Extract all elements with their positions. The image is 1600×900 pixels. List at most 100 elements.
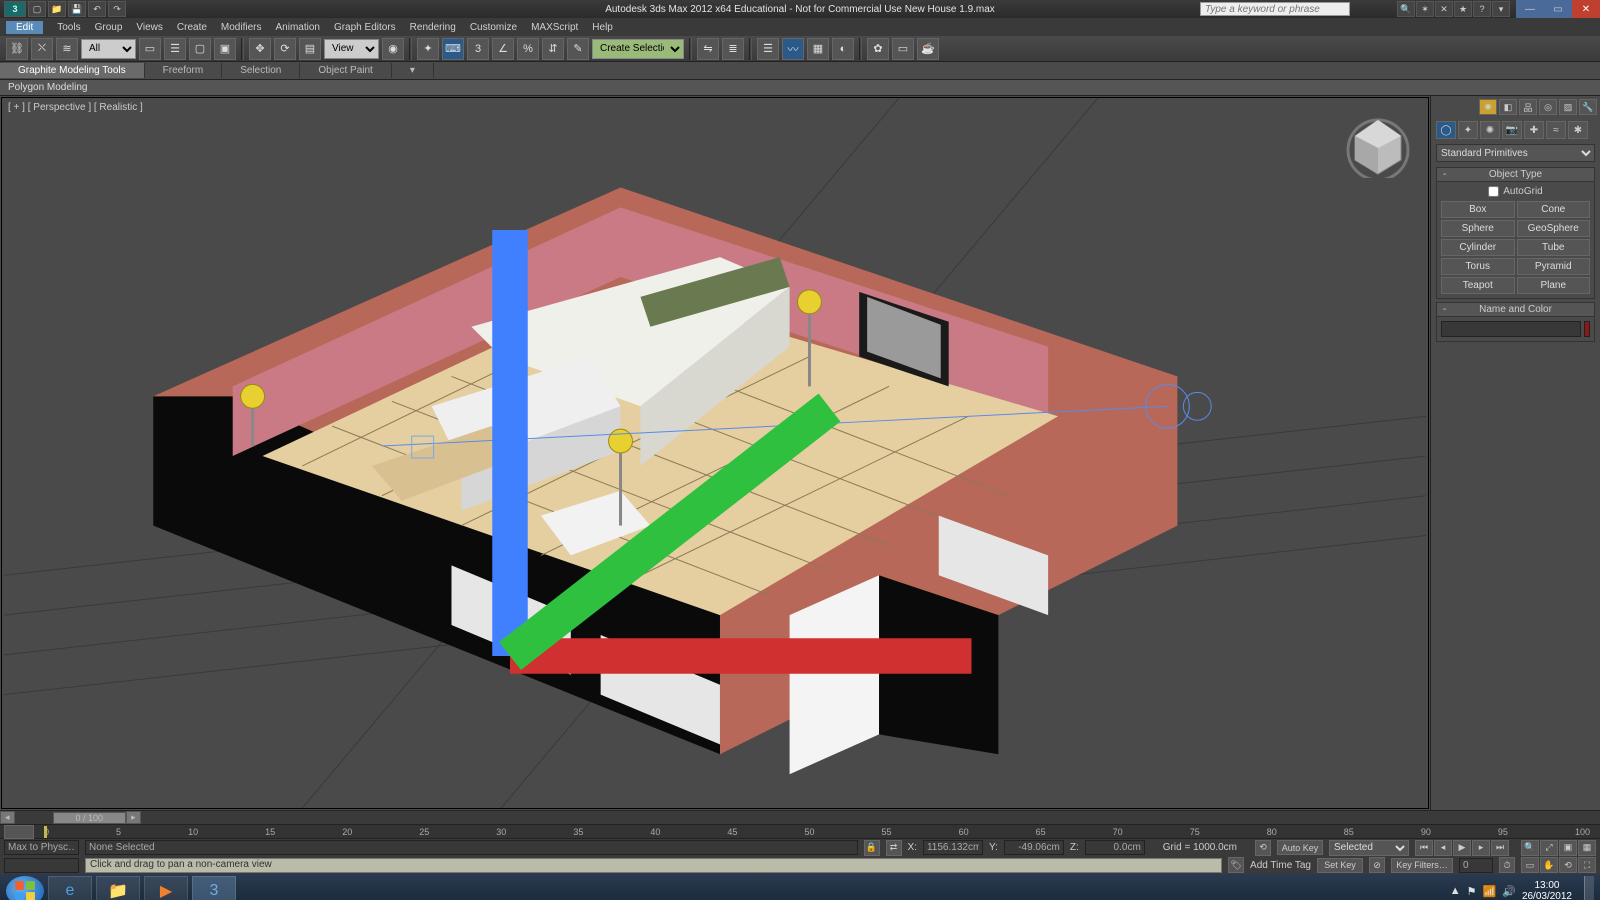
prev-frame-icon[interactable]: ◂ bbox=[1434, 840, 1452, 856]
rendered-frame-icon[interactable]: ▭ bbox=[892, 38, 914, 60]
prim-cylinder[interactable]: Cylinder bbox=[1441, 239, 1515, 256]
menu-maxscript[interactable]: MAXScript bbox=[531, 22, 578, 33]
select-object-icon[interactable]: ▭ bbox=[139, 38, 161, 60]
setkey-large-icon[interactable]: ⊘ bbox=[1369, 857, 1385, 873]
trackbar-mini-curve-icon[interactable] bbox=[4, 825, 34, 839]
maxscript-mini-listener-2[interactable] bbox=[4, 858, 79, 873]
percent-snap-icon[interactable]: % bbox=[517, 38, 539, 60]
move-icon[interactable]: ✥ bbox=[249, 38, 271, 60]
named-sel-dropdown[interactable]: Create Selection Se bbox=[592, 39, 684, 59]
menu-create[interactable]: Create bbox=[177, 22, 207, 33]
align-icon[interactable]: ≣ bbox=[722, 38, 744, 60]
selection-filter-dropdown[interactable]: All bbox=[81, 39, 136, 59]
minimize-button[interactable]: — bbox=[1516, 0, 1544, 18]
autokey-button[interactable]: Auto Key bbox=[1277, 840, 1323, 855]
maxscript-mini-listener[interactable] bbox=[4, 840, 79, 855]
goto-end-icon[interactable]: ⏭ bbox=[1491, 840, 1509, 856]
ribbon-tab-graphite[interactable]: Graphite Modeling Tools bbox=[0, 63, 145, 78]
prim-plane[interactable]: Plane bbox=[1517, 277, 1591, 294]
bind-spacewarp-icon[interactable]: ≋ bbox=[56, 38, 78, 60]
cat-cameras-icon[interactable]: 📷 bbox=[1502, 121, 1522, 139]
tray-volume-icon[interactable]: 🔊 bbox=[1502, 885, 1516, 898]
use-pivot-icon[interactable]: ◉ bbox=[382, 38, 404, 60]
tray-flag-icon[interactable]: ⚑ bbox=[1467, 885, 1477, 898]
fov-icon[interactable]: ▭ bbox=[1521, 857, 1539, 873]
coord-y[interactable] bbox=[1004, 840, 1064, 855]
time-config-icon[interactable]: ⏱ bbox=[1499, 857, 1515, 873]
play-icon[interactable]: ▶ bbox=[1453, 840, 1471, 856]
rotate-icon[interactable]: ⟳ bbox=[274, 38, 296, 60]
menu-rendering[interactable]: Rendering bbox=[410, 22, 456, 33]
selection-lock-icon[interactable]: 🔒 bbox=[864, 840, 880, 856]
snaps-3-icon[interactable]: 3 bbox=[467, 38, 489, 60]
taskbar-3dsmax-icon[interactable]: 3 bbox=[192, 876, 236, 900]
cmd-tab-utilities-icon[interactable]: 🔧 bbox=[1579, 99, 1597, 115]
menu-help[interactable]: Help bbox=[592, 22, 613, 33]
show-desktop-button[interactable] bbox=[1584, 876, 1594, 900]
prim-geosphere[interactable]: GeoSphere bbox=[1517, 220, 1591, 237]
cmd-tab-create-icon[interactable]: ✺ bbox=[1479, 99, 1497, 115]
timeslider-prev-icon[interactable]: ◂ bbox=[0, 811, 15, 824]
coord-z[interactable] bbox=[1085, 840, 1145, 855]
start-button[interactable] bbox=[6, 876, 44, 900]
object-name-field[interactable] bbox=[1441, 321, 1581, 337]
qat-open-icon[interactable]: 📁 bbox=[48, 1, 66, 17]
menu-customize[interactable]: Customize bbox=[470, 22, 517, 33]
menu-views[interactable]: Views bbox=[136, 22, 163, 33]
scale-icon[interactable]: ▤ bbox=[299, 38, 321, 60]
tray-show-hidden-icon[interactable]: ▲ bbox=[1450, 885, 1461, 897]
infocenter-search[interactable] bbox=[1200, 2, 1350, 16]
zoom-icon[interactable]: 🔍 bbox=[1521, 840, 1539, 856]
prim-sphere[interactable]: Sphere bbox=[1441, 220, 1515, 237]
infocenter-search-icon[interactable]: 🔍 bbox=[1397, 1, 1415, 17]
autogrid-checkbox[interactable]: AutoGrid bbox=[1441, 186, 1590, 197]
rollout-name-color[interactable]: Name and Color bbox=[1436, 302, 1595, 317]
current-frame-field[interactable] bbox=[1459, 858, 1493, 873]
ribbon-tab-objectpaint[interactable]: Object Paint bbox=[300, 63, 391, 78]
viewport-perspective[interactable]: [ + ] [ Perspective ] [ Realistic ] bbox=[1, 97, 1429, 809]
time-slider[interactable]: ◂ 0 / 100 ▸ bbox=[0, 810, 1600, 824]
mirror-icon[interactable]: ⇋ bbox=[697, 38, 719, 60]
timetag-icon[interactable]: 🏷 bbox=[1228, 857, 1244, 873]
unlink-icon[interactable]: ⛌ bbox=[31, 38, 53, 60]
add-time-tag[interactable]: Add Time Tag bbox=[1250, 860, 1311, 871]
cat-spacewarps-icon[interactable]: ≈ bbox=[1546, 121, 1566, 139]
timeslider-next-icon[interactable]: ▸ bbox=[126, 811, 141, 824]
cmd-tab-modify-icon[interactable]: ◧ bbox=[1499, 99, 1517, 115]
taskbar-mediaplayer-icon[interactable]: ▶ bbox=[144, 876, 188, 900]
app-menu-button[interactable]: 3 bbox=[4, 1, 26, 17]
cat-helpers-icon[interactable]: ✚ bbox=[1524, 121, 1544, 139]
ref-coord-dropdown[interactable]: View bbox=[324, 39, 379, 59]
menu-modifiers[interactable]: Modifiers bbox=[221, 22, 262, 33]
object-color-swatch[interactable] bbox=[1584, 321, 1590, 337]
keyfilters-button[interactable]: Key Filters… bbox=[1391, 858, 1453, 873]
cat-lights-icon[interactable]: ✺ bbox=[1480, 121, 1500, 139]
prim-cone[interactable]: Cone bbox=[1517, 201, 1591, 218]
edit-named-sel-icon[interactable]: ✎ bbox=[567, 38, 589, 60]
keyboard-shortcut-icon[interactable]: ⌨ bbox=[442, 38, 464, 60]
prim-torus[interactable]: Torus bbox=[1441, 258, 1515, 275]
cmd-tab-motion-icon[interactable]: ◎ bbox=[1539, 99, 1557, 115]
schematic-view-icon[interactable]: ▦ bbox=[807, 38, 829, 60]
qat-new-icon[interactable]: ▢ bbox=[28, 1, 46, 17]
zoom-extents-all-icon[interactable]: ▦ bbox=[1578, 840, 1596, 856]
menu-grapheditors[interactable]: Graph Editors bbox=[334, 22, 396, 33]
prim-tube[interactable]: Tube bbox=[1517, 239, 1591, 256]
cat-systems-icon[interactable]: ✱ bbox=[1568, 121, 1588, 139]
keymode-dropdown[interactable]: Selected bbox=[1329, 840, 1409, 856]
cmd-tab-hierarchy-icon[interactable]: 品 bbox=[1519, 99, 1537, 115]
menu-edit[interactable]: Edit bbox=[6, 21, 43, 34]
prim-teapot[interactable]: Teapot bbox=[1441, 277, 1515, 294]
menu-animation[interactable]: Animation bbox=[275, 22, 319, 33]
max-viewport-icon[interactable]: ⛶ bbox=[1578, 857, 1596, 873]
zoom-extents-icon[interactable]: ▣ bbox=[1559, 840, 1577, 856]
angle-snap-icon[interactable]: ∠ bbox=[492, 38, 514, 60]
taskbar-explorer-icon[interactable]: 📁 bbox=[96, 876, 140, 900]
coord-x[interactable] bbox=[923, 840, 983, 855]
adaptive-degradation-icon[interactable]: ⟲ bbox=[1255, 840, 1271, 856]
tray-clock[interactable]: 13:00 26/03/2012 bbox=[1522, 880, 1572, 900]
absolute-relative-icon[interactable]: ⇄ bbox=[886, 840, 902, 856]
select-by-name-icon[interactable]: ☰ bbox=[164, 38, 186, 60]
help-icon[interactable]: ? bbox=[1473, 1, 1491, 17]
timeslider-knob[interactable]: 0 / 100 bbox=[53, 812, 127, 824]
